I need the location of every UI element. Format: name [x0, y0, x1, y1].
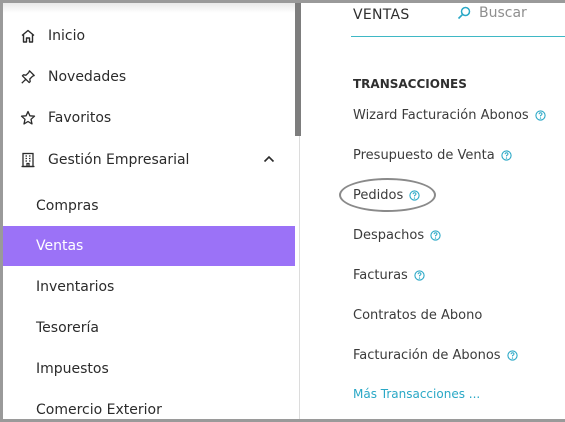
chevron-up-icon[interactable] [261, 151, 277, 167]
search-box[interactable] [457, 5, 565, 21]
sidebar-subitem-label: Comercio Exterior [36, 402, 162, 418]
link-label: Facturación de Abonos [353, 348, 501, 363]
help-icon[interactable] [430, 230, 441, 241]
sidebar-subitem-label: Ventas [36, 238, 84, 254]
star-icon [20, 110, 36, 126]
sidebar-subitem-label: Inventarios [36, 279, 115, 295]
sidebar-item-label: Favoritos [48, 110, 112, 126]
link-presupuesto-de-venta[interactable]: Presupuesto de Venta [353, 148, 512, 163]
link-wizard-facturacion-abonos[interactable]: Wizard Facturación Abonos [353, 108, 546, 123]
help-icon[interactable] [501, 150, 512, 161]
sidebar-item-inicio[interactable]: Inicio [3, 17, 295, 55]
link-label: Presupuesto de Venta [353, 148, 495, 163]
sidebar-item-gestion-empresarial[interactable]: Gestión Empresarial [3, 141, 295, 179]
pin-icon [20, 69, 36, 85]
sidebar: Inicio Novedades Favoritos Gestión Empre… [3, 3, 301, 422]
building-icon [20, 152, 36, 168]
sidebar-subitem-label: Tesorería [36, 320, 99, 336]
section-title-transacciones: TRANSACCIONES [353, 77, 467, 91]
link-label: Wizard Facturación Abonos [353, 108, 529, 123]
help-icon[interactable] [535, 110, 546, 121]
sidebar-item-novedades[interactable]: Novedades [3, 58, 295, 96]
sidebar-subitem-impuestos[interactable]: Impuestos [3, 349, 295, 389]
ventas-panel: VENTAS TRANSACCIONES Wizard Facturación … [301, 3, 565, 419]
sidebar-top-shadow [3, 3, 300, 13]
link-label: Despachos [353, 228, 425, 243]
link-label: Contratos de Abono [353, 308, 483, 323]
app-window: Inicio Novedades Favoritos Gestión Empre… [0, 0, 565, 422]
sidebar-subitem-comercio-exterior[interactable]: Comercio Exterior [3, 390, 295, 422]
sidebar-item-label: Inicio [48, 28, 86, 44]
link-facturas[interactable]: Facturas [353, 268, 425, 283]
sidebar-subitem-ventas[interactable]: Ventas [3, 226, 295, 266]
sidebar-subitem-label: Impuestos [36, 361, 109, 377]
sidebar-subitem-compras[interactable]: Compras [3, 186, 295, 226]
search-icon [457, 6, 471, 20]
search-input[interactable] [479, 5, 565, 21]
tab-ventas[interactable]: VENTAS [353, 7, 410, 23]
link-despachos[interactable]: Despachos [353, 228, 441, 243]
sidebar-item-label: Novedades [48, 69, 127, 85]
sidebar-subitem-tesoreria[interactable]: Tesorería [3, 308, 295, 348]
link-contratos-de-abono[interactable]: Contratos de Abono [353, 308, 482, 323]
more-transacciones-link[interactable]: Más Transacciones ... [353, 387, 480, 401]
home-icon [20, 28, 36, 44]
help-icon[interactable] [506, 350, 518, 361]
sidebar-item-favoritos[interactable]: Favoritos [3, 99, 295, 137]
link-facturacion-de-abonos[interactable]: Facturación de Abonos [353, 348, 518, 363]
link-label: Facturas [353, 268, 408, 283]
highlight-oval [339, 178, 436, 212]
sidebar-subitem-inventarios[interactable]: Inventarios [3, 267, 295, 307]
help-icon[interactable] [414, 270, 425, 281]
panel-header: VENTAS [351, 3, 565, 37]
sidebar-item-label: Gestión Empresarial [48, 152, 190, 168]
sidebar-subitem-label: Compras [36, 198, 99, 214]
